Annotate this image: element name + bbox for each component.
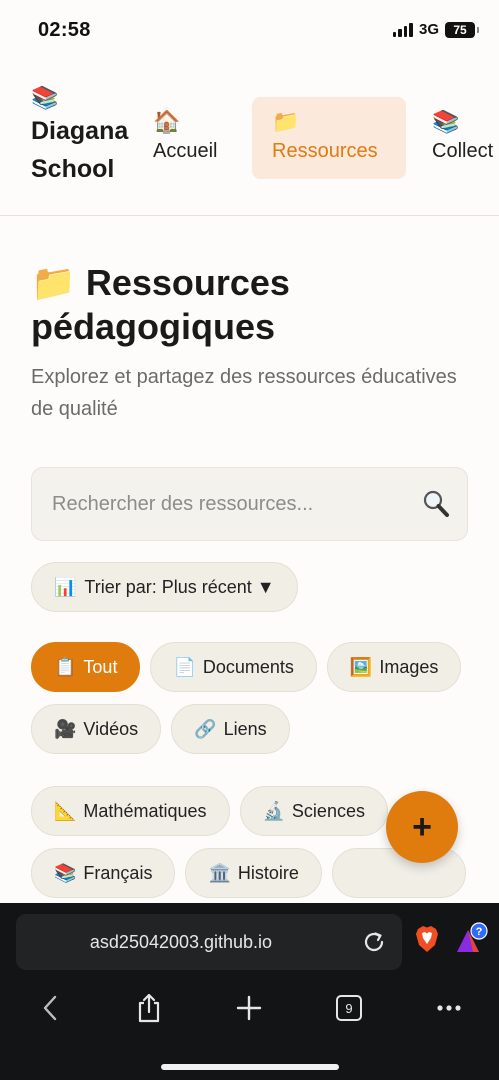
battery-level: 75 [453,22,467,37]
clipboard-icon: 📋 [54,656,77,677]
share-button[interactable] [129,985,169,1031]
chip-label: Liens [223,718,267,739]
network-type: 3G [418,21,439,38]
add-resource-button[interactable]: + [386,791,458,863]
back-button[interactable] [30,985,70,1031]
house-icon: 🏠 [153,109,181,134]
page-title: 📁 Ressources pédagogiques [31,262,290,347]
picture-icon: 🖼️ [349,656,373,677]
new-tab-button[interactable] [229,985,269,1031]
nav-item-accueil[interactable]: 🏠 Accueil [133,97,237,179]
status-bar: 02:58 3G 75 [0,0,499,62]
address-bar[interactable]: asd25042003.github.io [16,914,402,970]
signal-icon [392,22,413,37]
svg-text:?: ? [476,926,483,938]
reload-icon[interactable] [362,930,386,954]
folder-icon: 📁 [272,109,300,134]
share-icon [138,993,160,1023]
filter-chip-partial[interactable] [331,848,466,898]
filter-chip-images[interactable]: 🖼️ Images [326,642,462,692]
brave-rewards-icon[interactable]: ? [454,922,488,954]
chevron-left-icon [43,995,57,1021]
document-icon: 📄 [173,656,196,677]
search-input[interactable] [52,468,422,540]
nav-item-label: Ressources [272,140,378,162]
microscope-icon: 🔬 [262,800,285,821]
chip-label: Français [83,862,153,883]
sort-button[interactable]: 📊 Trier par: Plus récent ▼ [31,562,298,612]
chip-group-spacer [31,766,468,774]
home-indicator [161,1064,339,1070]
filter-chip-francais[interactable]: 📚 Français [31,848,176,898]
nav-item-collections[interactable]: 📚 Collect [412,97,499,179]
plus-icon [236,995,262,1021]
chip-label: Vidéos [83,718,139,739]
brave-shield-icon[interactable] [414,925,440,953]
filter-chip-documents[interactable]: 📄 Documents [150,642,317,692]
filter-chips: 📋 Tout 📄 Documents 🖼️ Images 🎥 Vidéos 🔗 … [31,642,468,898]
filter-chip-videos[interactable]: 🎥 Vidéos [31,704,162,754]
status-time: 02:58 [38,19,91,41]
books-icon: 📚 [432,109,460,134]
nav-item-label: Collect [432,140,494,162]
browser-toolbar: 9 [0,985,499,1031]
triangle-ruler-icon: 📐 [54,800,77,821]
video-camera-icon: 🎥 [54,718,77,739]
search-icon[interactable] [421,489,451,519]
filter-chip-histoire[interactable]: 🏛️ Histoire [185,848,322,898]
tab-count: 9 [345,1001,352,1016]
chip-label: Histoire [237,862,299,883]
chip-label: Mathématiques [83,800,207,821]
books-icon: 📚 [54,862,77,883]
tabs-icon: 9 [336,995,362,1021]
chip-label: Tout [83,656,118,677]
link-icon: 🔗 [194,718,217,739]
chip-label: Sciences [291,800,365,821]
filter-chip-sciences[interactable]: 🔬 Sciences [239,786,388,836]
battery-icon: 75 [445,21,479,38]
nav-item-label: Accueil [153,140,218,162]
search-box[interactable] [31,467,468,541]
status-indicators: 3G 75 [392,21,479,38]
filter-chip-liens[interactable]: 🔗 Liens [171,704,290,754]
filter-chip-tout[interactable]: 📋 Tout [31,642,141,692]
more-menu-button[interactable] [429,985,469,1031]
nav-item-ressources[interactable]: 📁 Ressources [252,97,406,179]
classical-building-icon: 🏛️ [208,862,231,883]
top-nav: 📚 Diagana School 🏠 Accueil 📁 Ressources … [0,62,499,216]
more-dots-icon [437,1005,461,1011]
chip-label: Images [379,656,439,677]
filter-chip-mathematiques[interactable]: 📐 Mathématiques [31,786,230,836]
bar-chart-icon: 📊 [54,576,77,597]
tabs-button[interactable]: 9 [329,985,369,1031]
page-subtitle: Explorez et partagez des ressources éduc… [31,366,457,420]
url-text: asd25042003.github.io [89,932,273,952]
chip-label: Documents [202,656,294,677]
sort-label: Trier par: Plus récent ▼ [84,576,275,597]
